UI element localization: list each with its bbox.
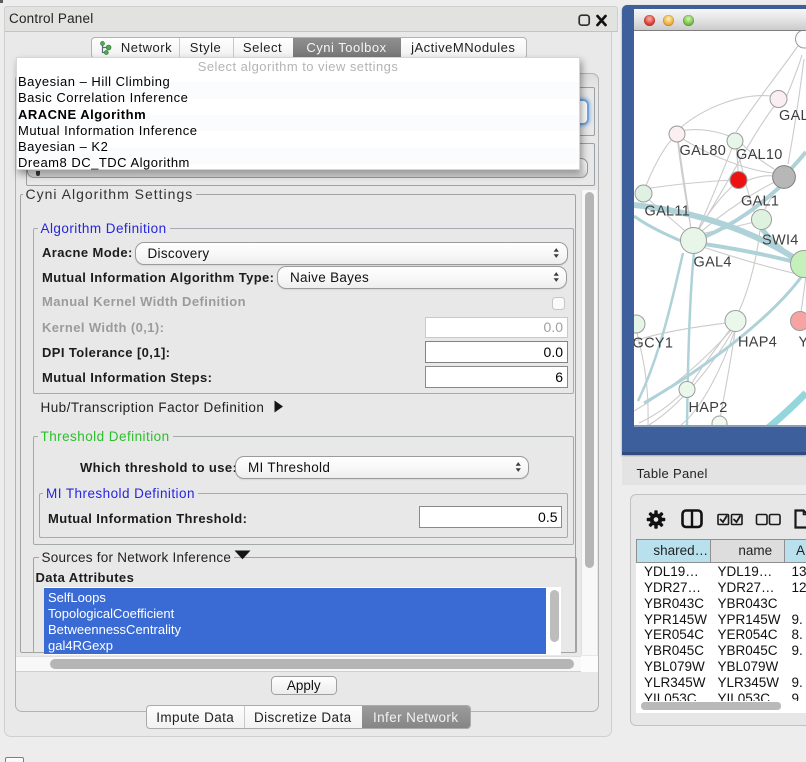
svg-text:SWI4: SWI4 xyxy=(762,233,799,249)
svg-text:GAL10: GAL10 xyxy=(736,147,783,163)
svg-text:GAL4: GAL4 xyxy=(694,255,732,271)
svg-text:GCY1: GCY1 xyxy=(634,336,673,352)
svg-text:GAL1: GAL1 xyxy=(741,194,779,210)
svg-text:Y: Y xyxy=(799,335,806,351)
svg-text:GAL2: GAL2 xyxy=(779,108,806,124)
svg-text:HAP4: HAP4 xyxy=(738,335,777,351)
svg-text:GAL80: GAL80 xyxy=(680,143,727,159)
svg-text:HAP2: HAP2 xyxy=(689,400,728,416)
svg-text:GAL11: GAL11 xyxy=(645,204,691,220)
